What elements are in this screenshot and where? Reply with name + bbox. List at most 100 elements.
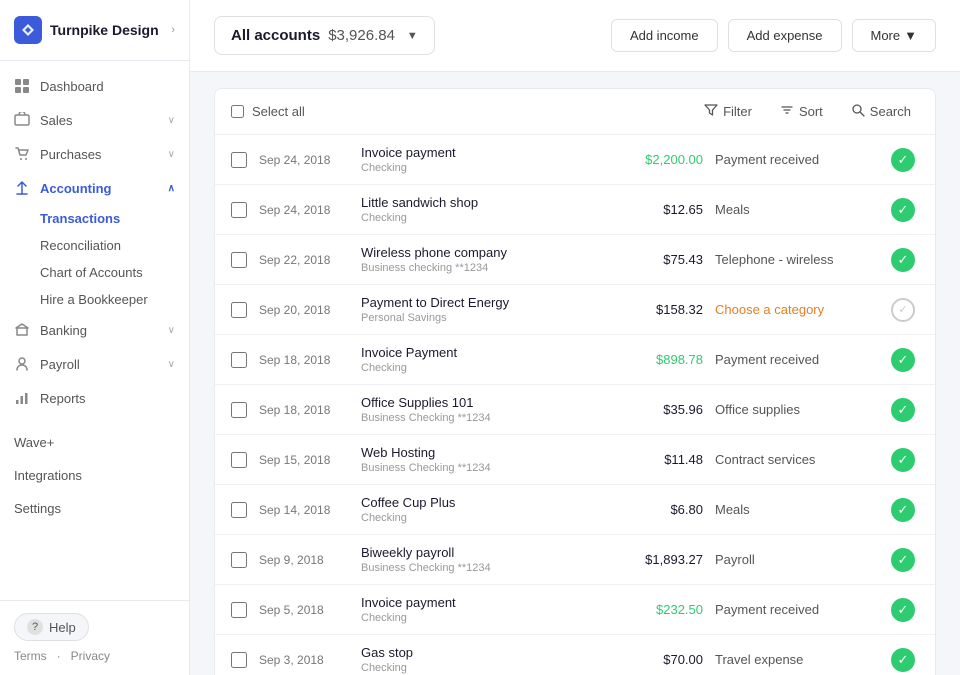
transaction-account: Checking xyxy=(361,662,601,674)
transactions-container: Select all Filter Sort xyxy=(190,72,960,675)
sort-label: Sort xyxy=(799,104,823,119)
row-checkbox[interactable] xyxy=(231,652,247,668)
transaction-date: Sep 9, 2018 xyxy=(259,553,349,567)
row-checkbox[interactable] xyxy=(231,202,247,218)
row-checkbox[interactable] xyxy=(231,452,247,468)
transaction-name: Wireless phone company xyxy=(361,245,601,260)
sidebar-item-accounting[interactable]: Accounting ∧ xyxy=(0,171,189,205)
sidebar-header[interactable]: Turnpike Design › xyxy=(0,0,189,61)
filter-button[interactable]: Filter xyxy=(696,99,760,124)
add-income-button[interactable]: Add income xyxy=(611,19,718,52)
sidebar-wave-plus[interactable]: Wave+ xyxy=(14,429,175,456)
sidebar-item-transactions[interactable]: Transactions xyxy=(40,205,189,232)
toolbar-actions: Filter Sort Search xyxy=(696,99,919,124)
transaction-details: Invoice Payment Checking xyxy=(361,345,601,374)
table-row[interactable]: Sep 9, 2018 Biweekly payroll Business Ch… xyxy=(215,535,935,585)
account-balance: $3,926.84 xyxy=(328,27,395,44)
transaction-details: Payment to Direct Energy Personal Saving… xyxy=(361,295,601,324)
row-checkbox[interactable] xyxy=(231,152,247,168)
sidebar-item-dashboard[interactable]: Dashboard xyxy=(0,69,189,103)
sidebar-item-purchases-label: Purchases xyxy=(40,147,101,162)
help-icon: ? xyxy=(27,619,43,635)
add-expense-button[interactable]: Add expense xyxy=(728,19,842,52)
transaction-date: Sep 18, 2018 xyxy=(259,403,349,417)
transaction-name: Invoice payment xyxy=(361,595,601,610)
search-button[interactable]: Search xyxy=(843,99,919,124)
transaction-status: ✓ xyxy=(887,498,919,522)
transaction-category: Meals xyxy=(715,202,875,217)
transaction-amount: $2,200.00 xyxy=(613,152,703,167)
transaction-amount: $1,893.27 xyxy=(613,552,703,567)
transaction-category: Meals xyxy=(715,502,875,517)
sidebar-item-reports[interactable]: Reports xyxy=(0,381,189,415)
table-row[interactable]: Sep 22, 2018 Wireless phone company Busi… xyxy=(215,235,935,285)
table-row[interactable]: Sep 15, 2018 Web Hosting Business Checki… xyxy=(215,435,935,485)
transaction-name: Web Hosting xyxy=(361,445,601,460)
transaction-amount: $70.00 xyxy=(613,652,703,667)
app-logo xyxy=(14,16,42,44)
select-all-label: Select all xyxy=(252,104,305,119)
table-row[interactable]: Sep 24, 2018 Invoice payment Checking $2… xyxy=(215,135,935,185)
sidebar-footer: ? Help Terms · Privacy xyxy=(0,600,189,675)
transaction-name: Little sandwich shop xyxy=(361,195,601,210)
select-all-control[interactable]: Select all xyxy=(231,104,305,119)
status-verified-icon: ✓ xyxy=(891,448,915,472)
sidebar-item-reconciliation[interactable]: Reconciliation xyxy=(40,232,189,259)
sidebar-item-payroll[interactable]: Payroll ∨ xyxy=(0,347,189,381)
app-name: Turnpike Design xyxy=(50,22,159,38)
transaction-category: Payment received xyxy=(715,602,875,617)
help-label: Help xyxy=(49,620,76,635)
transaction-account: Checking xyxy=(361,612,601,624)
row-checkbox[interactable] xyxy=(231,552,247,568)
status-pending-icon: ✓ xyxy=(891,298,915,322)
row-checkbox[interactable] xyxy=(231,252,247,268)
table-row[interactable]: Sep 18, 2018 Invoice Payment Checking $8… xyxy=(215,335,935,385)
payroll-chevron-icon: ∨ xyxy=(168,359,175,370)
table-row[interactable]: Sep 24, 2018 Little sandwich shop Checki… xyxy=(215,185,935,235)
terms-link[interactable]: Terms xyxy=(14,649,47,663)
transaction-details: Wireless phone company Business checking… xyxy=(361,245,601,274)
transaction-date: Sep 20, 2018 xyxy=(259,303,349,317)
transaction-category[interactable]: Choose a category xyxy=(715,302,875,317)
row-checkbox[interactable] xyxy=(231,602,247,618)
transaction-name: Biweekly payroll xyxy=(361,545,601,560)
table-row[interactable]: Sep 3, 2018 Gas stop Checking $70.00 Tra… xyxy=(215,635,935,675)
sidebar-integrations[interactable]: Integrations xyxy=(14,462,175,489)
table-row[interactable]: Sep 5, 2018 Invoice payment Checking $23… xyxy=(215,585,935,635)
account-selector[interactable]: All accounts $3,926.84 ▼ xyxy=(214,16,435,55)
sidebar-item-chart-of-accounts[interactable]: Chart of Accounts xyxy=(40,259,189,286)
transaction-category: Travel expense xyxy=(715,652,875,667)
sort-icon xyxy=(780,103,794,120)
table-row[interactable]: Sep 20, 2018 Payment to Direct Energy Pe… xyxy=(215,285,935,335)
privacy-link[interactable]: Privacy xyxy=(71,649,110,663)
help-button[interactable]: ? Help xyxy=(14,613,89,641)
transaction-status: ✓ xyxy=(887,348,919,372)
transaction-details: Office Supplies 101 Business Checking **… xyxy=(361,395,601,424)
main-content: All accounts $3,926.84 ▼ Add income Add … xyxy=(190,0,960,675)
table-row[interactable]: Sep 18, 2018 Office Supplies 101 Busines… xyxy=(215,385,935,435)
account-name: All accounts xyxy=(231,27,320,44)
dashboard-icon xyxy=(14,78,30,94)
payroll-icon xyxy=(14,356,30,372)
sidebar-item-purchases[interactable]: Purchases ∨ xyxy=(0,137,189,171)
sidebar-settings[interactable]: Settings xyxy=(14,495,175,522)
row-checkbox[interactable] xyxy=(231,402,247,418)
sales-icon xyxy=(14,112,30,128)
more-button[interactable]: More ▼ xyxy=(852,19,937,52)
transaction-account: Personal Savings xyxy=(361,312,601,324)
sort-button[interactable]: Sort xyxy=(772,99,831,124)
transaction-status: ✓ xyxy=(887,148,919,172)
transaction-date: Sep 14, 2018 xyxy=(259,503,349,517)
transaction-category: Office supplies xyxy=(715,402,875,417)
sidebar-item-banking[interactable]: Banking ∨ xyxy=(0,313,189,347)
sidebar-chevron-icon: › xyxy=(171,24,175,36)
row-checkbox[interactable] xyxy=(231,352,247,368)
sidebar-item-sales[interactable]: Sales ∨ xyxy=(0,103,189,137)
banking-chevron-icon: ∨ xyxy=(168,325,175,336)
select-all-checkbox[interactable] xyxy=(231,105,244,118)
row-checkbox[interactable] xyxy=(231,502,247,518)
row-checkbox[interactable] xyxy=(231,302,247,318)
sidebar-item-hire-bookkeeper[interactable]: Hire a Bookkeeper xyxy=(40,286,189,313)
transaction-category: Payment received xyxy=(715,352,875,367)
table-row[interactable]: Sep 14, 2018 Coffee Cup Plus Checking $6… xyxy=(215,485,935,535)
